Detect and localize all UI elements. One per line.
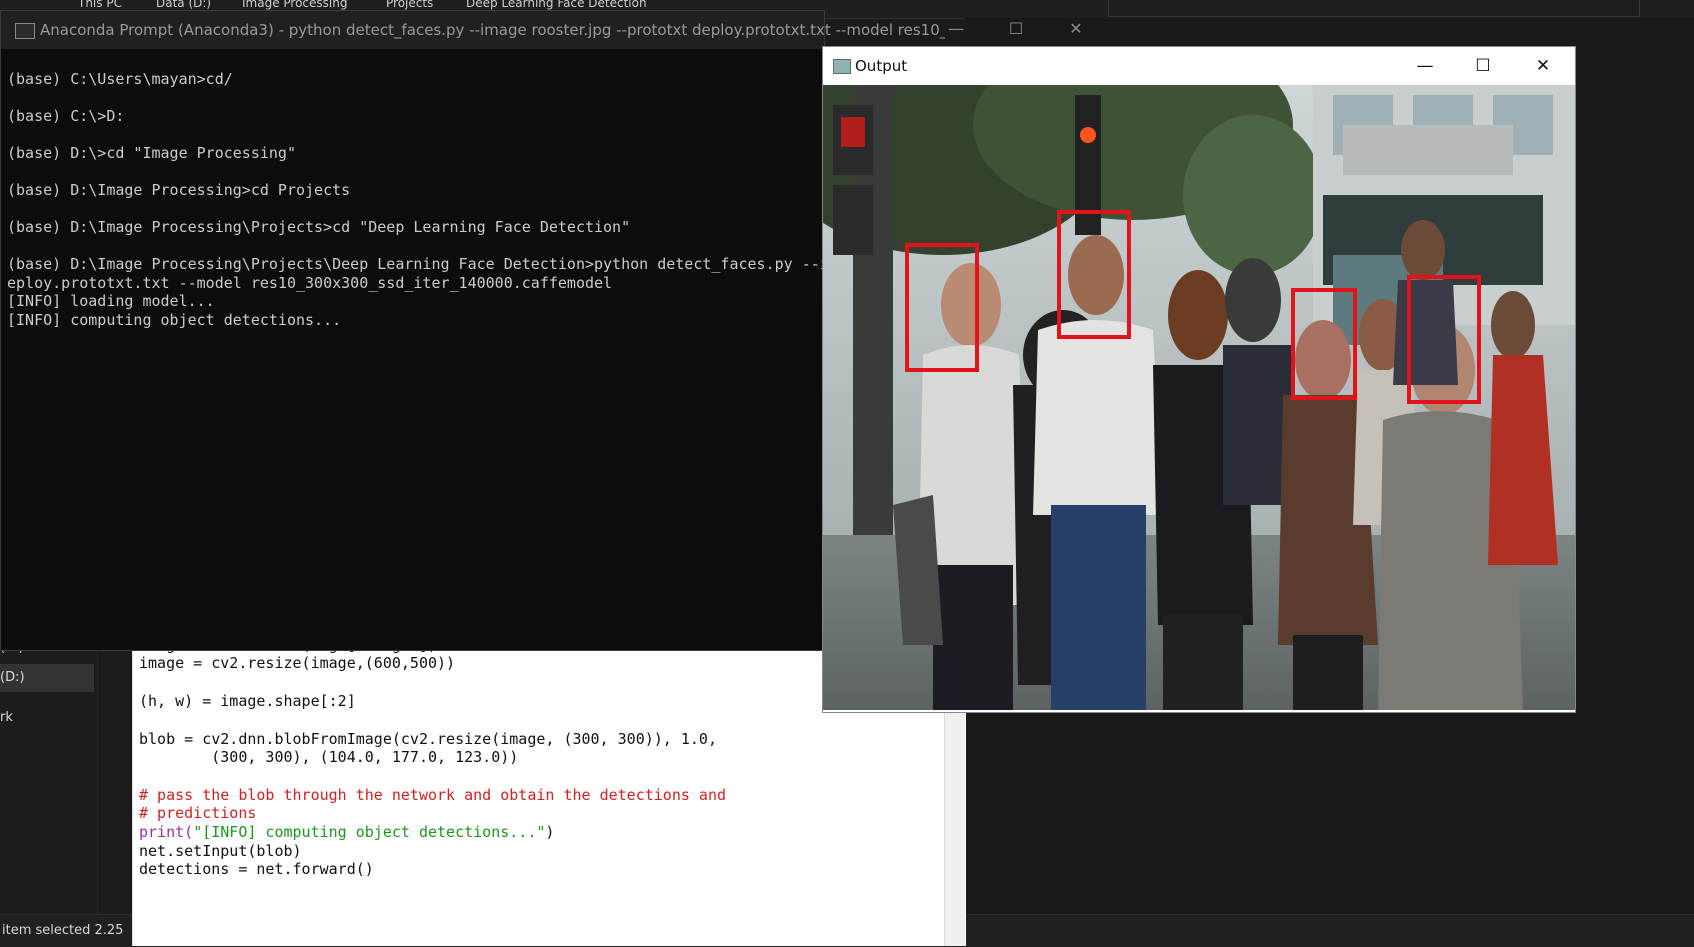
terminal-title: Anaconda Prompt (Anaconda3) - python det… — [40, 21, 945, 39]
terminal-minimize-button[interactable]: — — [938, 16, 974, 42]
code-keyword: print( — [139, 823, 194, 841]
breadcrumb-item[interactable]: This PC — [78, 0, 122, 10]
terminal-line: [INFO] loading model... — [7, 292, 215, 310]
terminal-line: [INFO] computing object detections... — [7, 310, 342, 329]
terminal-line: (base) C:\>D: — [7, 107, 125, 125]
output-title: Output — [855, 57, 908, 75]
code-line: (300, 300), (104.0, 177.0, 123.0)) — [139, 748, 519, 766]
terminal-line: (base) D:\>cd "Image Processing" — [7, 144, 296, 162]
output-window[interactable]: Output — ☐ ✕ — [822, 46, 1576, 713]
terminal-close-button[interactable]: ✕ — [1058, 16, 1094, 42]
terminal-titlebar[interactable]: Anaconda Prompt (Anaconda3) - python det… — [1, 11, 945, 49]
terminal-icon — [15, 23, 35, 39]
code-line-print: print("[INFO] computing object detection… — [139, 823, 554, 841]
code-line: net.setInput(blob) — [139, 842, 302, 860]
terminal-maximize-button[interactable]: ☐ — [998, 16, 1034, 42]
terminal-line: (base) D:\Image Processing\Projects\Deep… — [7, 255, 829, 273]
code-line: # pass the blob through the network and … — [139, 786, 726, 804]
terminal-output[interactable]: (base) C:\Users\mayan>cd/ (base) C:\>D: (b… — [7, 69, 829, 329]
code-text: ) — [545, 823, 555, 841]
explorer-search-box[interactable] — [1108, 0, 1640, 17]
code-line: detections = net.forward() — [139, 860, 374, 878]
code-line: blob = cv2.dnn.blobFromImage(cv2.resize(… — [139, 730, 717, 748]
code-line: # predictions — [139, 804, 257, 822]
breadcrumb-item[interactable]: Projects — [386, 0, 433, 10]
sidebar-item-d-drive[interactable]: (D:) — [0, 664, 94, 692]
breadcrumb-item[interactable]: Image Processing — [242, 0, 347, 10]
terminal-line: (base) D:\Image Processing>cd Projects — [7, 181, 351, 199]
terminal-line: (base) D:\Image Processing\Projects>cd "… — [7, 218, 631, 236]
terminal-line: (base) C:\Users\mayan>cd/ — [7, 70, 233, 88]
terminal-line: eploy.prototxt.txt --model res10_300x300… — [7, 273, 613, 292]
breadcrumb-item[interactable]: Deep Learning Face Detection — [466, 0, 647, 10]
output-minimize-button[interactable]: — — [1405, 53, 1445, 79]
output-maximize-button[interactable]: ☐ — [1463, 53, 1503, 79]
output-titlebar[interactable]: Output — ☐ ✕ — [823, 47, 1575, 85]
street-photo — [823, 85, 1575, 710]
code-string: "[INFO] computing object detections..." — [193, 823, 546, 841]
code-line: image = cv2.resize(image,(600,500)) — [139, 654, 456, 672]
terminal-window[interactable]: Anaconda Prompt (Anaconda3) - python det… — [0, 10, 945, 651]
output-close-button[interactable]: ✕ — [1523, 53, 1563, 79]
breadcrumb-item[interactable]: Data (D:) — [156, 0, 211, 10]
sidebar-item-network[interactable]: rk — [0, 710, 13, 725]
code-line: (h, w) = image.shape[:2] — [139, 692, 356, 710]
detection-image — [823, 85, 1575, 710]
status-text: item selected 2.25 — [2, 923, 124, 938]
window-app-icon — [833, 59, 851, 74]
